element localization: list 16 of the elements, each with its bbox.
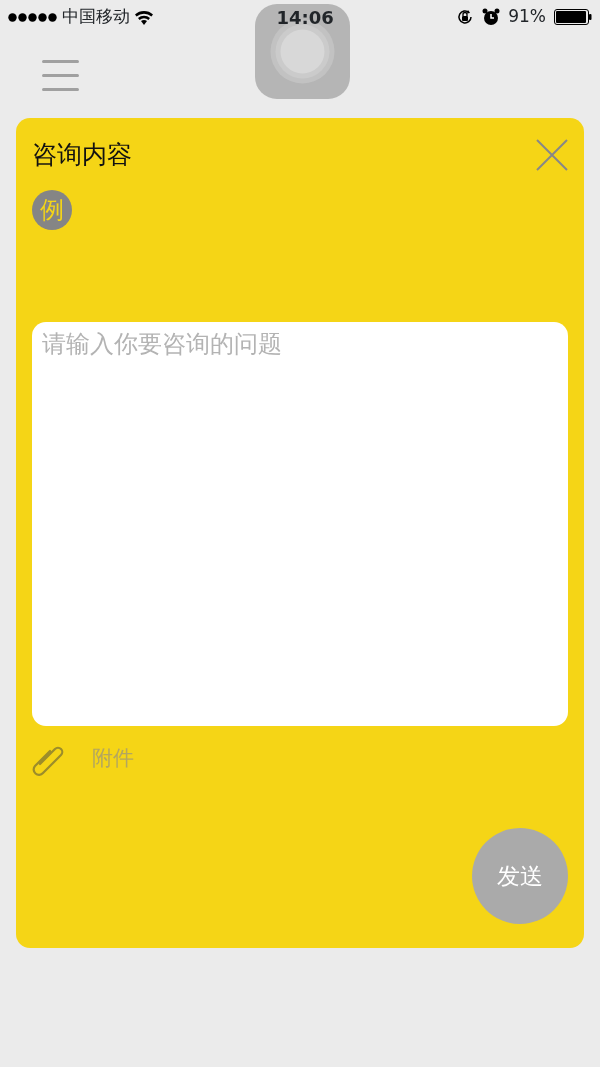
battery-icon (554, 9, 592, 25)
rotation-lock-icon (456, 8, 475, 26)
card-title: 咨询内容 (32, 139, 132, 171)
close-icon[interactable] (536, 138, 568, 171)
carrier-name: 中国移动 (62, 5, 130, 29)
question-field[interactable]: 请输入你要咨询的问题 (32, 321, 568, 726)
example-badge[interactable]: 例 (32, 189, 72, 230)
clock-time: 14:06 (276, 5, 334, 30)
alarm-icon (482, 8, 501, 26)
attachment-label[interactable]: 附件 (92, 743, 134, 775)
wifi-icon (134, 9, 154, 25)
assistive-touch-button[interactable] (255, 4, 350, 99)
send-button[interactable]: 发送 (472, 828, 568, 924)
signal-icon (8, 12, 58, 22)
battery-percentage: 91% (508, 5, 546, 29)
menu-icon[interactable] (42, 60, 79, 92)
